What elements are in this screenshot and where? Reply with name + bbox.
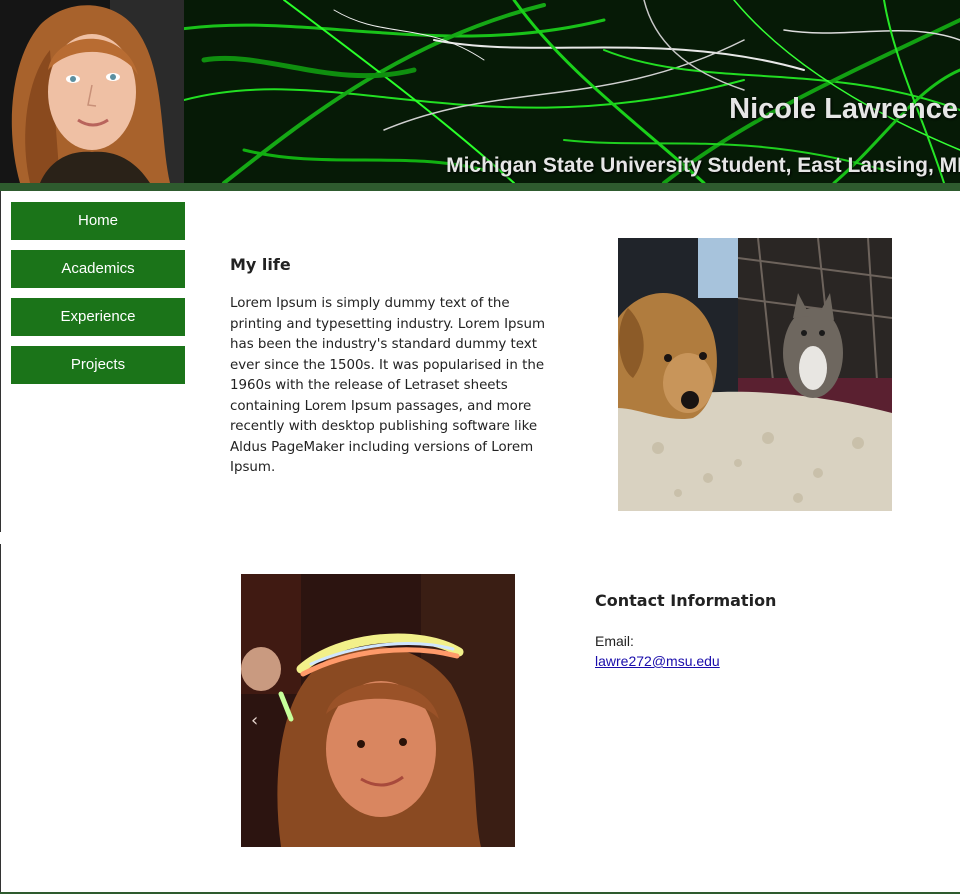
nav-experience-button[interactable]: Experience [11,298,185,336]
site-tagline: Michigan State University Student, East … [446,154,960,177]
nav-projects-button[interactable]: Projects [11,346,185,384]
left-border-line [0,544,1,894]
site-name: Nicole Lawrence [729,93,958,125]
profile-photo [0,0,184,183]
my-life-text: Lorem Ipsum is simply dummy text of the … [230,296,546,475]
glowstick-photo: ‹ [241,574,515,847]
main-nav: Home Academics Experience Projects [11,202,185,394]
pets-photo [618,238,892,511]
email-link[interactable]: lawre272@msu.edu [595,653,720,669]
email-label: Email: [595,633,634,649]
my-life-heading: My life [230,255,291,274]
header-banner: Nicole Lawrence Michigan State Universit… [0,0,960,183]
svg-text:‹: ‹ [251,710,258,731]
nav-academics-button[interactable]: Academics [11,250,185,288]
contact-heading: Contact Information [595,591,777,610]
left-border-line [0,191,1,532]
nav-home-button[interactable]: Home [11,202,185,240]
header-divider [0,183,960,191]
